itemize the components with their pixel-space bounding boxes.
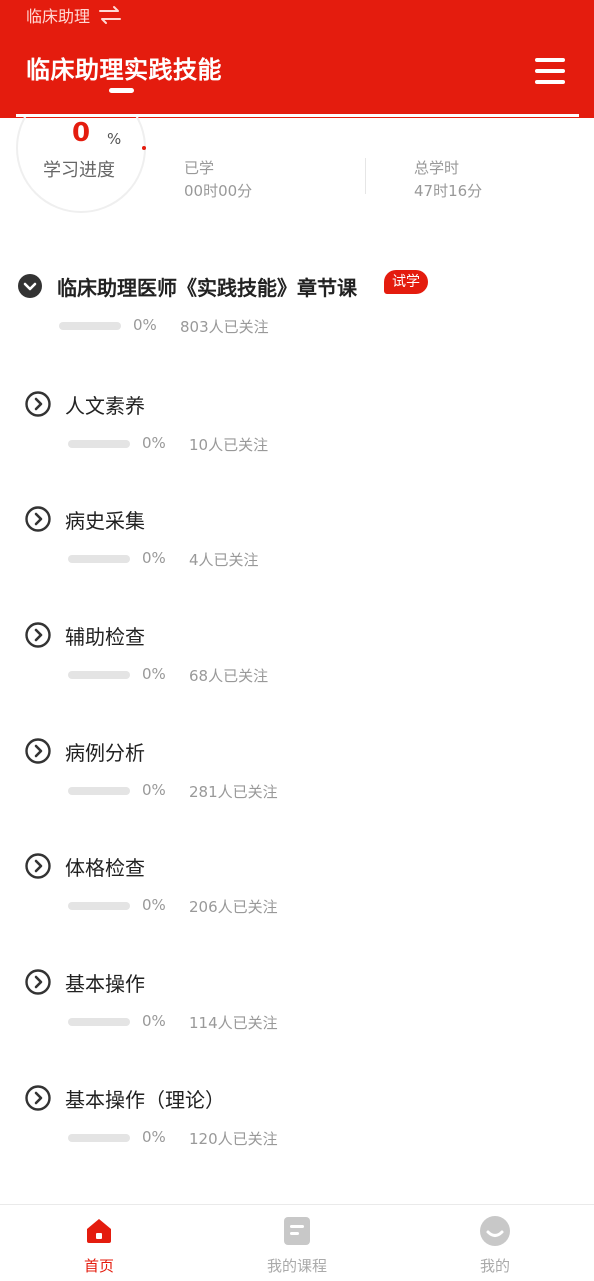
chapter-percent: 0% (142, 1012, 166, 1030)
tab-home-label: 首页 (83, 1257, 114, 1275)
chapter-followers: 206人已关注 (189, 898, 278, 916)
chapter-title: 病史采集 (65, 509, 145, 533)
progress-unit: % (107, 130, 122, 148)
chapter-group-header[interactable]: 临床助理医师《实践技能》章节课 试学 0% 803人已关注 (0, 270, 594, 360)
bottom-tab-bar: 首页 我的课程 我的 (0, 1204, 594, 1281)
course-switcher-top[interactable]: 临床助理 (26, 4, 122, 26)
chapter-percent: 0% (142, 434, 166, 452)
stat-divider (365, 158, 366, 194)
chapter-percent: 0% (142, 896, 166, 914)
menu-icon (535, 58, 565, 62)
document-icon (284, 1217, 310, 1245)
chapter-progress-bar (68, 671, 130, 679)
chapter-percent: 0% (133, 316, 157, 334)
chevron-right-icon[interactable] (25, 391, 51, 417)
chapter-followers: 68人已关注 (189, 667, 269, 685)
chapter-percent: 0% (142, 549, 166, 567)
tab-my-courses[interactable]: 我的课程 (198, 1205, 396, 1281)
chapter-item[interactable]: 辅助检查 0% 68人已关注 (0, 619, 594, 709)
chapter-followers: 10人已关注 (189, 436, 269, 454)
chapter-item[interactable]: 人文素养 0% 10人已关注 (0, 388, 594, 478)
chapter-item[interactable]: 基本操作（理论） 0% 120人已关注 (0, 1082, 594, 1172)
smiley-icon (480, 1216, 510, 1246)
progress-marker (142, 146, 146, 150)
studied-value: 00时00分 (184, 182, 253, 200)
chevron-right-icon[interactable] (25, 738, 51, 764)
chevron-right-icon[interactable] (25, 1085, 51, 1111)
progress-value: 0 (72, 118, 91, 148)
chapter-title: 病例分析 (65, 741, 145, 765)
chapter-title: 人文素养 (65, 394, 145, 418)
home-icon (87, 1219, 111, 1243)
chapter-progress-bar (68, 555, 130, 563)
chapter-percent: 0% (142, 781, 166, 799)
chapter-item[interactable]: 体格检查 0% 206人已关注 (0, 850, 594, 940)
title-active-indicator-top (109, 88, 134, 93)
page-title-top: 临床助理实践技能 (26, 56, 222, 84)
chevron-down-icon[interactable] (17, 273, 43, 299)
menu-button-top[interactable] (535, 56, 569, 86)
chapter-title: 基本操作（理论） (65, 1088, 225, 1112)
chapter-progress-bar (68, 440, 130, 448)
tab-mine-label: 我的 (479, 1257, 510, 1275)
tab-mine[interactable]: 我的 (396, 1205, 594, 1281)
header-divider-line (16, 114, 579, 117)
chapter-followers: 281人已关注 (189, 783, 278, 801)
chapter-title: 体格检查 (65, 856, 145, 880)
chapter-item[interactable]: 病例分析 0% 281人已关注 (0, 735, 594, 825)
chapter-followers: 803人已关注 (180, 318, 269, 336)
chapter-title: 基本操作 (65, 972, 145, 996)
chapter-progress-bar (68, 1134, 130, 1142)
studied-label: 已学 (184, 159, 215, 177)
chapter-item[interactable]: 病史采集 0% 4人已关注 (0, 503, 594, 593)
chapter-progress-bar (68, 1018, 130, 1026)
chapter-title: 临床助理医师《实践技能》章节课 (57, 276, 357, 300)
chevron-right-icon[interactable] (25, 622, 51, 648)
total-label: 总学时 (414, 159, 460, 177)
chapter-progress-bar (59, 322, 121, 330)
chapter-percent: 0% (142, 1128, 166, 1146)
chapter-followers: 114人已关注 (189, 1014, 278, 1032)
chapter-followers: 120人已关注 (189, 1130, 278, 1148)
tab-my-courses-label: 我的课程 (266, 1257, 327, 1275)
switcher-label-top: 临床助理 (26, 7, 91, 26)
trial-badge: 试学 (384, 270, 428, 294)
chapter-percent: 0% (142, 665, 166, 683)
chapter-title: 辅助检查 (65, 625, 145, 649)
chapter-progress-bar (68, 787, 130, 795)
chapter-followers: 4人已关注 (189, 551, 259, 569)
chevron-right-icon[interactable] (25, 969, 51, 995)
total-value: 47时16分 (414, 182, 483, 200)
chevron-right-icon[interactable] (25, 853, 51, 879)
tab-home[interactable]: 首页 (0, 1205, 198, 1281)
chapter-progress-bar (68, 902, 130, 910)
chevron-right-icon[interactable] (25, 506, 51, 532)
progress-label: 学习进度 (43, 160, 115, 181)
chapter-item[interactable]: 基本操作 0% 114人已关注 (0, 966, 594, 1056)
swap-icon (99, 6, 122, 24)
